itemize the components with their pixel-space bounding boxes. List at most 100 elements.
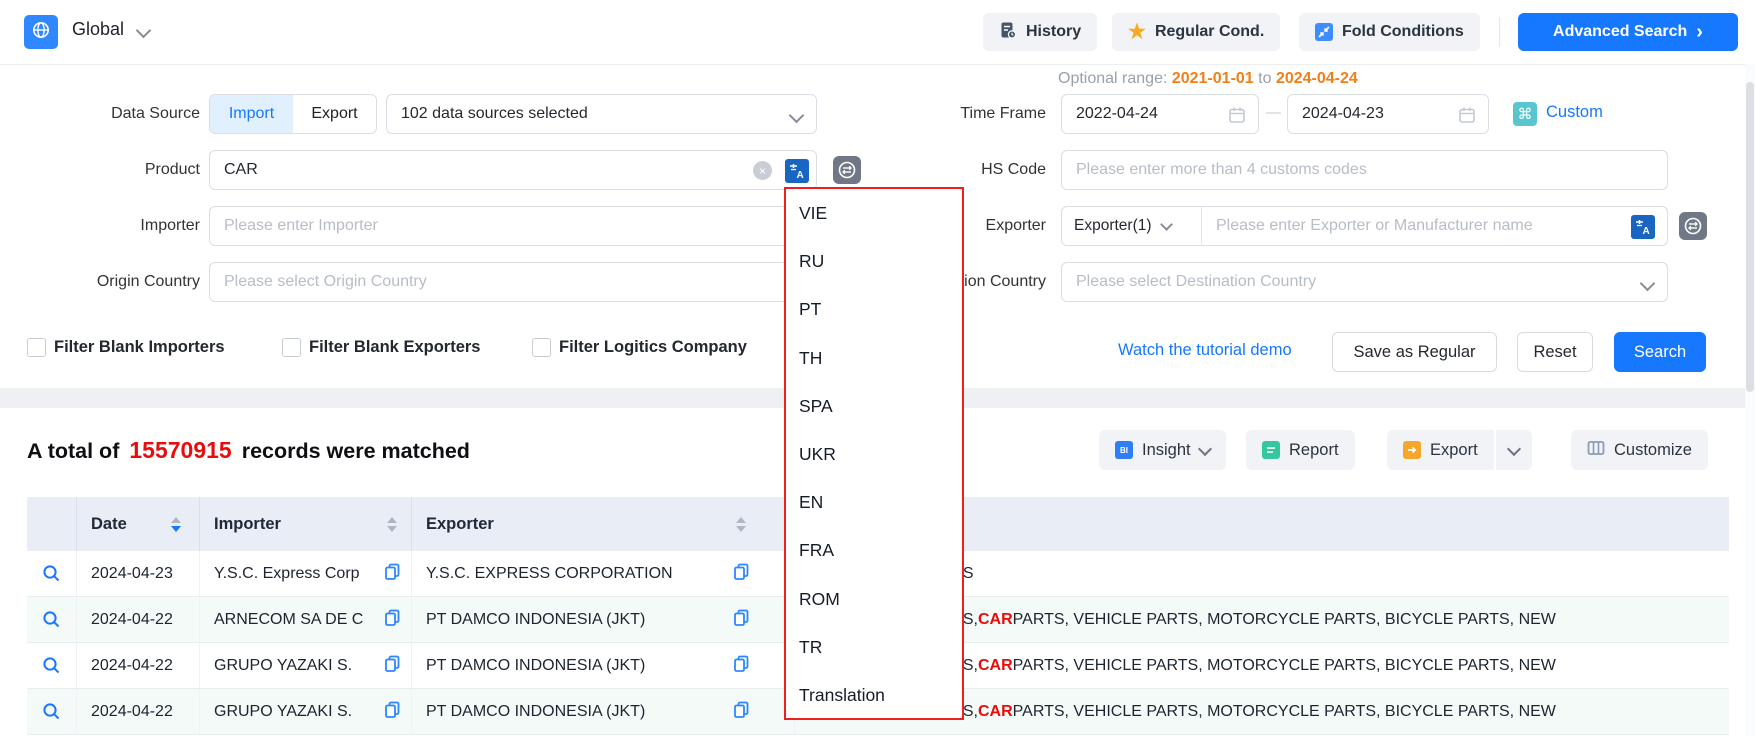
custom-range-link[interactable]: Custom (1546, 103, 1603, 122)
importer-name[interactable]: GRUPO YAZAKI S. (214, 657, 352, 675)
importer-name[interactable]: ARNECOM SA DE C (214, 611, 363, 629)
report-button[interactable]: Report (1246, 430, 1355, 470)
regular-cond-button[interactable]: ★ Regular Cond. (1112, 13, 1280, 51)
data-source-toggle: Import Export (209, 94, 377, 134)
lang-option-tr[interactable]: TR (786, 623, 962, 671)
scrollbar-thumb[interactable] (1746, 82, 1754, 392)
lang-option-translation[interactable]: Translation (786, 671, 962, 719)
lang-option-spa[interactable]: SPA (786, 382, 962, 430)
report-button-label: Report (1289, 441, 1339, 460)
exporter-cell: Y.S.C. EXPRESS CORPORATION (412, 551, 795, 596)
header-detail-column (27, 497, 77, 551)
product-input[interactable]: CAR × A (209, 150, 817, 190)
custom-shortcut-icon[interactable]: ⌘ (1513, 102, 1537, 126)
tutorial-demo-link[interactable]: Watch the tutorial demo (1118, 341, 1292, 360)
importer-placeholder: Please enter Importer (224, 217, 378, 235)
translate-icon[interactable]: A (1631, 215, 1655, 239)
sort-icons[interactable] (171, 517, 181, 532)
destination-country-select[interactable]: Please select Destination Country (1061, 262, 1668, 302)
lang-option-ru[interactable]: RU (786, 237, 962, 285)
star-icon: ★ (1128, 23, 1146, 41)
results-total-line: A total of15570915records were matched (27, 437, 470, 464)
data-source-label: Data Source (10, 105, 200, 123)
header-importer[interactable]: Importer (200, 497, 412, 551)
synonym-swap-icon[interactable] (1679, 212, 1707, 240)
search-button[interactable]: Search (1614, 332, 1706, 372)
copy-icon[interactable] (733, 655, 750, 677)
history-button[interactable]: History (983, 13, 1097, 51)
header-exporter[interactable]: Exporter (412, 497, 795, 551)
hs-code-input[interactable]: Please enter more than 4 customs codes (1061, 150, 1668, 190)
export-more-button[interactable] (1496, 430, 1532, 470)
origin-country-label: Origin Country (10, 273, 200, 291)
data-source-export-tab[interactable]: Export (293, 95, 376, 133)
exporter-type-selector[interactable]: Exporter(1) (1062, 207, 1202, 245)
lang-option-en[interactable]: EN (786, 478, 962, 526)
exporter-type-value: Exporter(1) (1074, 217, 1152, 235)
lang-option-th[interactable]: TH (786, 334, 962, 382)
calendar-icon[interactable] (1228, 106, 1246, 129)
importer-name[interactable]: GRUPO YAZAKI S. (214, 703, 352, 721)
lang-option-vie[interactable]: VIE (786, 189, 962, 237)
product-text-segment: PARTS, VEHICLE PARTS, MOTORCYCLE PARTS, … (1013, 657, 1556, 675)
fold-icon (1315, 23, 1333, 41)
exporter-input-group: Exporter(1) Please enter Exporter or Man… (1061, 206, 1668, 246)
copy-icon[interactable] (384, 655, 401, 677)
lang-option-ukr[interactable]: UKR (786, 430, 962, 478)
insight-button[interactable]: BI Insight (1099, 430, 1226, 470)
row-detail-cell[interactable] (27, 643, 77, 688)
reset-button[interactable]: Reset (1517, 332, 1593, 372)
importer-cell: GRUPO YAZAKI S. (200, 689, 412, 734)
copy-icon[interactable] (384, 701, 401, 723)
chevron-down-icon[interactable] (136, 23, 152, 39)
copy-icon[interactable] (733, 609, 750, 631)
calendar-icon[interactable] (1458, 106, 1476, 129)
insight-button-label: Insight (1142, 441, 1191, 460)
data-source-import-tab[interactable]: Import (210, 95, 293, 133)
exporter-name[interactable]: PT DAMCO INDONESIA (JKT) (426, 703, 645, 721)
importer-input[interactable]: Please enter Importer (209, 206, 817, 246)
copy-icon[interactable] (384, 609, 401, 631)
magnifier-icon (42, 656, 61, 675)
data-sources-dropdown[interactable]: 102 data sources selected (386, 94, 817, 134)
save-as-regular-button[interactable]: Save as Regular (1332, 332, 1497, 372)
optional-range-label: Optional range: (1058, 70, 1167, 87)
app-logo[interactable] (24, 15, 58, 49)
exporter-cell: PT DAMCO INDONESIA (JKT) (412, 643, 795, 688)
row-detail-cell[interactable] (27, 689, 77, 734)
filter-blank-exporters-checkbox[interactable] (282, 338, 301, 357)
exporter-name[interactable]: Y.S.C. EXPRESS CORPORATION (426, 565, 673, 583)
copy-icon[interactable] (733, 563, 750, 585)
exporter-placeholder[interactable]: Please enter Exporter or Manufacturer na… (1202, 217, 1533, 235)
copy-icon[interactable] (384, 563, 401, 585)
lang-option-pt[interactable]: PT (786, 285, 962, 333)
importer-name[interactable]: Y.S.C. Express Corp (214, 565, 360, 583)
chevron-down-icon (789, 108, 805, 124)
advanced-search-button[interactable]: Advanced Search › (1518, 13, 1738, 51)
time-frame-start-input[interactable]: 2022-04-24 (1061, 94, 1259, 134)
customize-button[interactable]: Customize (1571, 430, 1708, 470)
header-date[interactable]: Date (77, 497, 200, 551)
origin-country-select[interactable]: Please select Origin Country (209, 262, 817, 302)
exporter-name[interactable]: PT DAMCO INDONESIA (JKT) (426, 657, 645, 675)
time-frame-start-value: 2022-04-24 (1076, 105, 1158, 123)
copy-icon[interactable] (733, 701, 750, 723)
lang-option-fra[interactable]: FRA (786, 526, 962, 574)
lang-option-rom[interactable]: ROM (786, 575, 962, 623)
sort-icons[interactable] (736, 517, 746, 532)
time-frame-end-input[interactable]: 2024-04-23 (1287, 94, 1489, 134)
exporter-name[interactable]: PT DAMCO INDONESIA (JKT) (426, 611, 645, 629)
page-scrollbar[interactable] (1745, 64, 1755, 736)
sort-icons[interactable] (387, 517, 397, 532)
export-button[interactable]: Export (1387, 430, 1494, 470)
fold-conditions-button[interactable]: Fold Conditions (1299, 13, 1480, 51)
region-selector-label[interactable]: Global (72, 19, 124, 40)
advanced-search-button-label: Advanced Search (1553, 23, 1687, 41)
row-detail-cell[interactable] (27, 551, 77, 596)
filter-blank-importers-checkbox[interactable] (27, 338, 46, 357)
filter-logitics-company-checkbox[interactable] (532, 338, 551, 357)
row-detail-cell[interactable] (27, 597, 77, 642)
clear-icon[interactable]: × (753, 161, 772, 180)
optional-range-to-word: to (1258, 70, 1271, 87)
translate-icon[interactable]: A (785, 159, 809, 183)
